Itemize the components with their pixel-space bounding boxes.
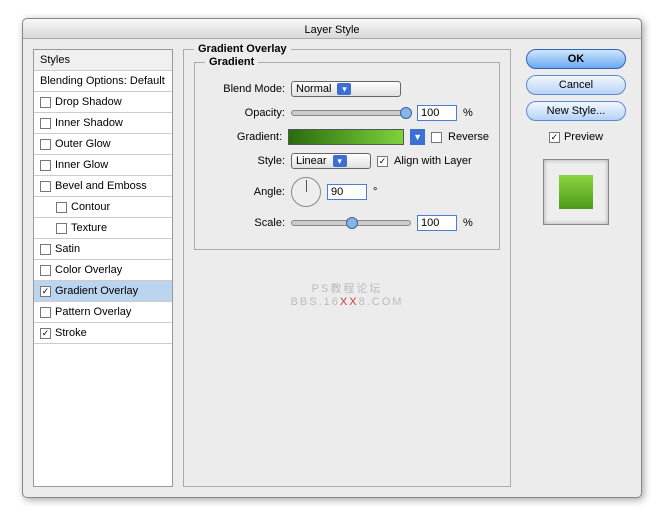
style-label: Bevel and Emboss: [55, 180, 147, 192]
style-label: Gradient Overlay: [55, 285, 138, 297]
styles-sidebar: Styles Blending Options: Default Drop Sh…: [33, 49, 173, 487]
style-label: Inner Glow: [55, 159, 108, 171]
style-checkbox[interactable]: [40, 160, 51, 171]
style-item-stroke[interactable]: ✓ Stroke: [34, 323, 172, 344]
titlebar: Layer Style: [23, 19, 641, 39]
inner-title: Gradient: [205, 56, 258, 68]
window-title: Layer Style: [304, 24, 359, 36]
preview-swatch: [559, 175, 593, 209]
scale-unit: %: [463, 217, 473, 229]
style-checkbox[interactable]: [56, 202, 67, 213]
preview-checkbox[interactable]: ✓: [549, 132, 560, 143]
angle-row: Angle: 90 °: [205, 177, 489, 207]
style-item-satin[interactable]: Satin: [34, 239, 172, 260]
style-label: Stroke: [55, 327, 87, 339]
angle-label: Angle:: [205, 186, 285, 198]
style-label: Texture: [71, 222, 107, 234]
gradient-picker-button[interactable]: ▼: [410, 129, 425, 145]
opacity-input[interactable]: 100: [417, 105, 457, 121]
style-item-pattern-overlay[interactable]: Pattern Overlay: [34, 302, 172, 323]
style-item-outer-glow[interactable]: Outer Glow: [34, 134, 172, 155]
style-item-color-overlay[interactable]: Color Overlay: [34, 260, 172, 281]
scale-row: Scale: 100 %: [205, 215, 489, 231]
align-label: Align with Layer: [394, 155, 472, 167]
style-item-contour[interactable]: Contour: [34, 197, 172, 218]
scale-label: Scale:: [205, 217, 285, 229]
blend-mode-label: Blend Mode:: [205, 83, 285, 95]
new-style-button[interactable]: New Style...: [526, 101, 626, 121]
style-item-inner-glow[interactable]: Inner Glow: [34, 155, 172, 176]
gradient-label: Gradient:: [205, 131, 282, 143]
reverse-label: Reverse: [448, 131, 489, 143]
style-checkbox[interactable]: [40, 307, 51, 318]
style-checkbox[interactable]: [40, 139, 51, 150]
gradient-group: Gradient Blend Mode: Normal ▾ Opacity: 1…: [194, 62, 500, 250]
style-label: Contour: [71, 201, 110, 213]
style-label: Drop Shadow: [55, 96, 122, 108]
scale-slider[interactable]: [291, 220, 411, 226]
dialog-body: Styles Blending Options: Default Drop Sh…: [23, 39, 641, 497]
style-item-texture[interactable]: Texture: [34, 218, 172, 239]
style-label: Inner Shadow: [55, 117, 123, 129]
style-checkbox[interactable]: [40, 181, 51, 192]
style-row: Style: Linear ▾ ✓ Align with Layer: [205, 153, 489, 169]
chevron-updown-icon: ▾: [333, 155, 347, 167]
layer-style-dialog: Layer Style Styles Blending Options: Def…: [22, 18, 642, 498]
opacity-label: Opacity:: [205, 107, 285, 119]
style-label: Outer Glow: [55, 138, 111, 150]
style-checkbox[interactable]: ✓: [40, 286, 51, 297]
gradient-row: Gradient: ▼ Reverse: [205, 129, 489, 145]
style-checkbox[interactable]: ✓: [40, 328, 51, 339]
style-label: Satin: [55, 243, 80, 255]
angle-input[interactable]: 90: [327, 184, 367, 200]
style-label: Pattern Overlay: [55, 306, 131, 318]
blend-mode-row: Blend Mode: Normal ▾: [205, 81, 489, 97]
preview-box: [543, 159, 609, 225]
right-column: OK Cancel New Style... ✓ Preview: [521, 49, 631, 487]
cancel-button[interactable]: Cancel: [526, 75, 626, 95]
watermark: PS教程论坛 BBS.16XX8.COM: [291, 280, 404, 308]
opacity-slider[interactable]: [291, 110, 411, 116]
angle-unit: °: [373, 186, 377, 198]
style-select[interactable]: Linear ▾: [291, 153, 371, 169]
align-checkbox[interactable]: ✓: [377, 156, 388, 167]
ok-button[interactable]: OK: [526, 49, 626, 69]
style-checkbox[interactable]: [40, 118, 51, 129]
scale-input[interactable]: 100: [417, 215, 457, 231]
chevron-updown-icon: ▾: [337, 83, 351, 95]
style-checkbox[interactable]: [40, 97, 51, 108]
opacity-row: Opacity: 100 %: [205, 105, 489, 121]
style-item-drop-shadow[interactable]: Drop Shadow: [34, 92, 172, 113]
opacity-unit: %: [463, 107, 473, 119]
style-checkbox[interactable]: [40, 265, 51, 276]
angle-dial[interactable]: [291, 177, 321, 207]
style-item-inner-shadow[interactable]: Inner Shadow: [34, 113, 172, 134]
reverse-checkbox[interactable]: [431, 132, 442, 143]
sidebar-header[interactable]: Styles: [34, 50, 172, 71]
settings-panel: Gradient Overlay Gradient Blend Mode: No…: [183, 49, 511, 487]
preview-toggle[interactable]: ✓ Preview: [549, 131, 603, 143]
gradient-swatch[interactable]: [288, 129, 404, 145]
blending-options-row[interactable]: Blending Options: Default: [34, 71, 172, 92]
group-title: Gradient Overlay: [194, 43, 291, 55]
style-checkbox[interactable]: [40, 244, 51, 255]
style-label: Style:: [205, 155, 285, 167]
style-checkbox[interactable]: [56, 223, 67, 234]
preview-label: Preview: [564, 131, 603, 143]
style-item-gradient-overlay[interactable]: ✓ Gradient Overlay: [34, 281, 172, 302]
style-label: Color Overlay: [55, 264, 122, 276]
style-item-bevel-and-emboss[interactable]: Bevel and Emboss: [34, 176, 172, 197]
blend-mode-select[interactable]: Normal ▾: [291, 81, 401, 97]
